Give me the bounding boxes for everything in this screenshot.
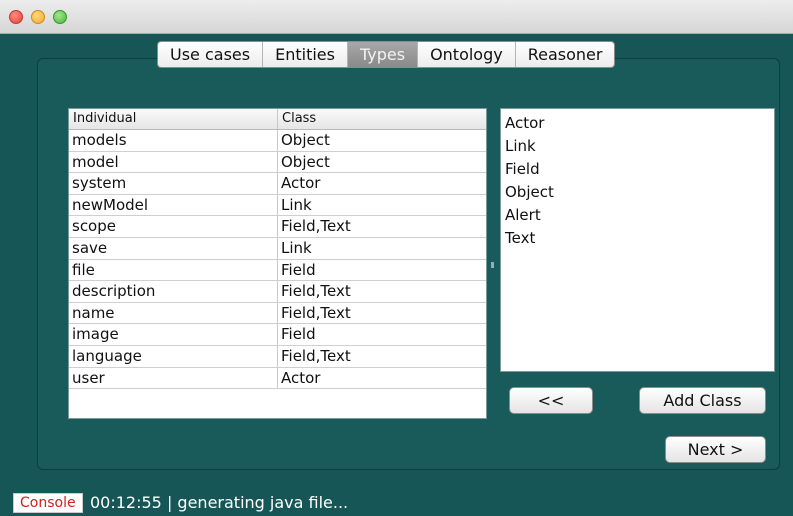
column-header-individual[interactable]: Individual xyxy=(69,109,278,129)
individual-cell: user xyxy=(69,367,278,389)
status-message: 00:12:55 | generating java file... xyxy=(90,493,349,512)
tab-reasoner[interactable]: Reasoner xyxy=(515,42,615,67)
individual-cell: name xyxy=(69,302,278,324)
class-cell: Field,Text xyxy=(281,303,351,322)
class-cell: Object xyxy=(281,131,330,149)
class-cell: Link xyxy=(281,195,312,214)
table-row[interactable]: file Field xyxy=(69,259,486,282)
table-header: Individual Class xyxy=(69,109,486,130)
minimize-window-icon[interactable] xyxy=(31,10,45,24)
individual-cell: system xyxy=(69,173,278,194)
list-item[interactable]: Field xyxy=(501,158,774,181)
console-button[interactable]: Console xyxy=(13,493,83,513)
table-row[interactable]: newModel Link xyxy=(69,194,486,217)
class-cell: Field,Text xyxy=(281,346,351,365)
table-row[interactable]: models Object xyxy=(69,130,486,152)
split-pane-handle[interactable] xyxy=(491,262,494,268)
app-window: Use cases Entities Types Ontology Reason… xyxy=(0,0,793,516)
class-cell: Field,Text xyxy=(281,282,351,301)
class-list[interactable]: Actor Link Field Object Alert Text xyxy=(500,108,775,372)
table-row[interactable]: name Field,Text xyxy=(69,302,486,325)
individual-cell: scope xyxy=(69,216,278,237)
back-button[interactable]: << xyxy=(509,387,593,414)
list-item[interactable]: Alert xyxy=(501,204,774,227)
individual-cell: model xyxy=(69,151,278,173)
tab-entities[interactable]: Entities xyxy=(263,42,348,67)
table-row[interactable]: description Field,Text xyxy=(69,281,486,303)
individual-cell: newModel xyxy=(69,194,278,216)
list-item[interactable]: Actor xyxy=(501,112,774,135)
add-class-button[interactable]: Add Class xyxy=(639,387,766,414)
table-row[interactable]: scope Field,Text xyxy=(69,216,486,238)
individual-cell: image xyxy=(69,324,278,345)
class-cell: Link xyxy=(281,238,312,257)
list-item[interactable]: Object xyxy=(501,181,774,204)
class-cell: Field xyxy=(281,260,316,279)
individuals-table[interactable]: Individual Class models Object model Obj… xyxy=(68,108,487,419)
tab-use-cases[interactable]: Use cases xyxy=(158,42,264,67)
class-cell: Field xyxy=(281,325,316,344)
table-row[interactable]: image Field xyxy=(69,324,486,346)
title-bar xyxy=(0,0,793,34)
table-row[interactable]: save Link xyxy=(69,237,486,260)
individual-cell: models xyxy=(69,130,278,151)
class-cell: Object xyxy=(281,152,330,171)
individual-cell: description xyxy=(69,281,278,302)
column-header-class[interactable]: Class xyxy=(278,109,484,129)
tab-ontology[interactable]: Ontology xyxy=(418,42,516,67)
tab-types[interactable]: Types xyxy=(347,42,419,67)
table-row[interactable]: model Object xyxy=(69,151,486,174)
table-row[interactable]: user Actor xyxy=(69,367,486,390)
class-cell: Actor xyxy=(281,368,321,387)
individual-cell: file xyxy=(69,259,278,281)
table-row[interactable]: system Actor xyxy=(69,173,486,195)
zoom-window-icon[interactable] xyxy=(53,10,67,24)
list-item[interactable]: Link xyxy=(501,135,774,158)
class-cell: Actor xyxy=(281,174,321,193)
next-button[interactable]: Next > xyxy=(665,436,766,463)
tab-bar: Use cases Entities Types Ontology Reason… xyxy=(157,41,616,68)
individual-cell: save xyxy=(69,237,278,259)
close-window-icon[interactable] xyxy=(9,10,23,24)
list-item[interactable]: Text xyxy=(501,227,774,250)
status-bar: Console 00:12:55 | generating java file.… xyxy=(0,490,793,516)
table-row[interactable]: language Field,Text xyxy=(69,345,486,368)
individual-cell: language xyxy=(69,345,278,367)
class-cell: Field,Text xyxy=(281,217,351,236)
